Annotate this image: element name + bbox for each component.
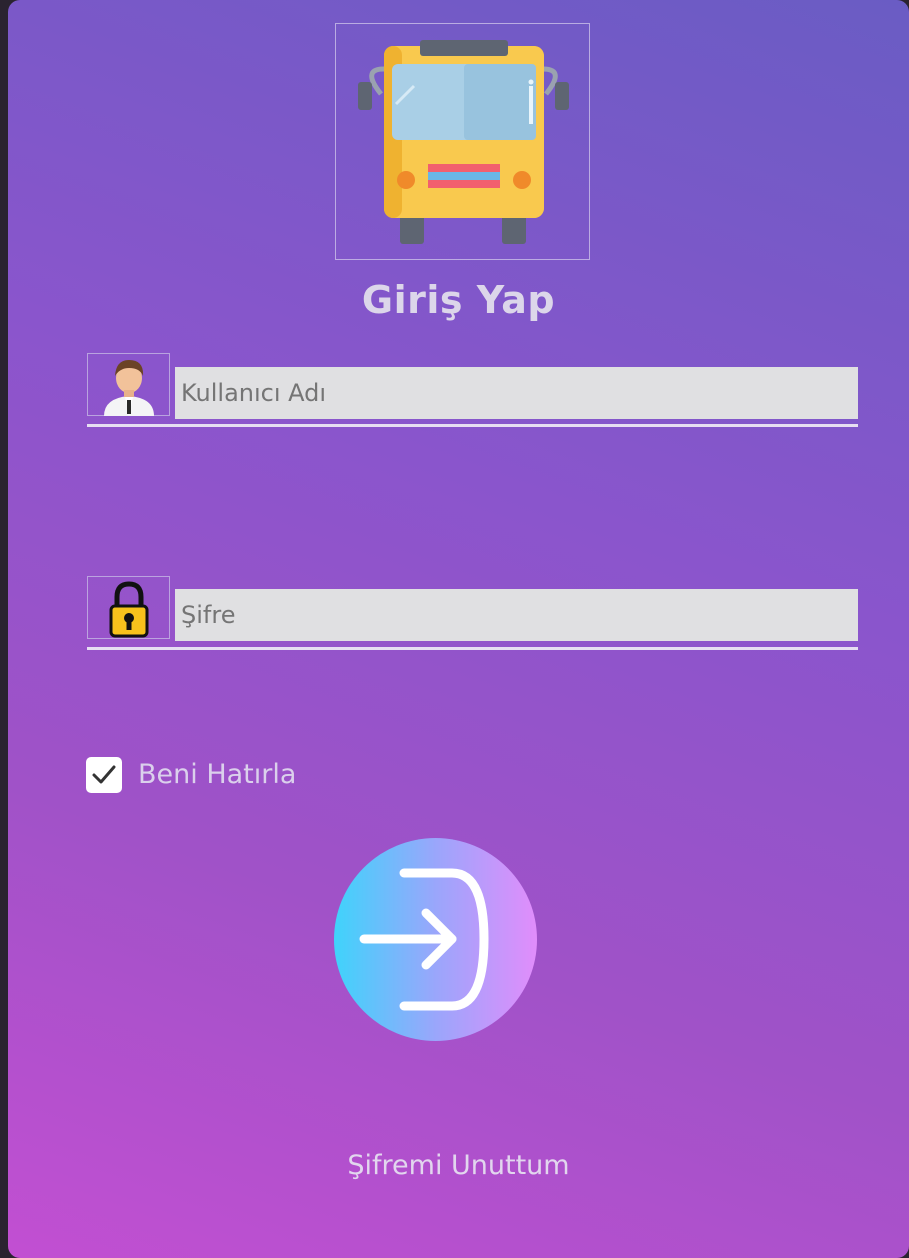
remember-label: Beni Hatırla: [138, 759, 297, 790]
bus-icon: [358, 40, 569, 244]
remember-checkbox[interactable]: [86, 757, 122, 793]
login-card: Giriş Yap Beni Hatırla: [8, 0, 909, 1258]
sign-in-arrow-icon: [359, 868, 489, 1011]
logo-frame: [335, 23, 590, 260]
password-input[interactable]: [175, 589, 858, 641]
password-underline: [87, 647, 858, 650]
padlock-icon: [109, 581, 149, 638]
username-input[interactable]: [175, 367, 858, 419]
page-title: Giriş Yap: [361, 278, 556, 322]
password-icon-frame: [87, 576, 170, 639]
login-button[interactable]: [334, 838, 537, 1041]
checkmark-icon: [92, 765, 116, 784]
user-avatar-icon: [104, 360, 154, 416]
username-icon-frame: [87, 353, 170, 416]
forgot-password-link[interactable]: Şifremi Unuttum: [8, 1150, 909, 1181]
username-underline: [87, 424, 858, 427]
